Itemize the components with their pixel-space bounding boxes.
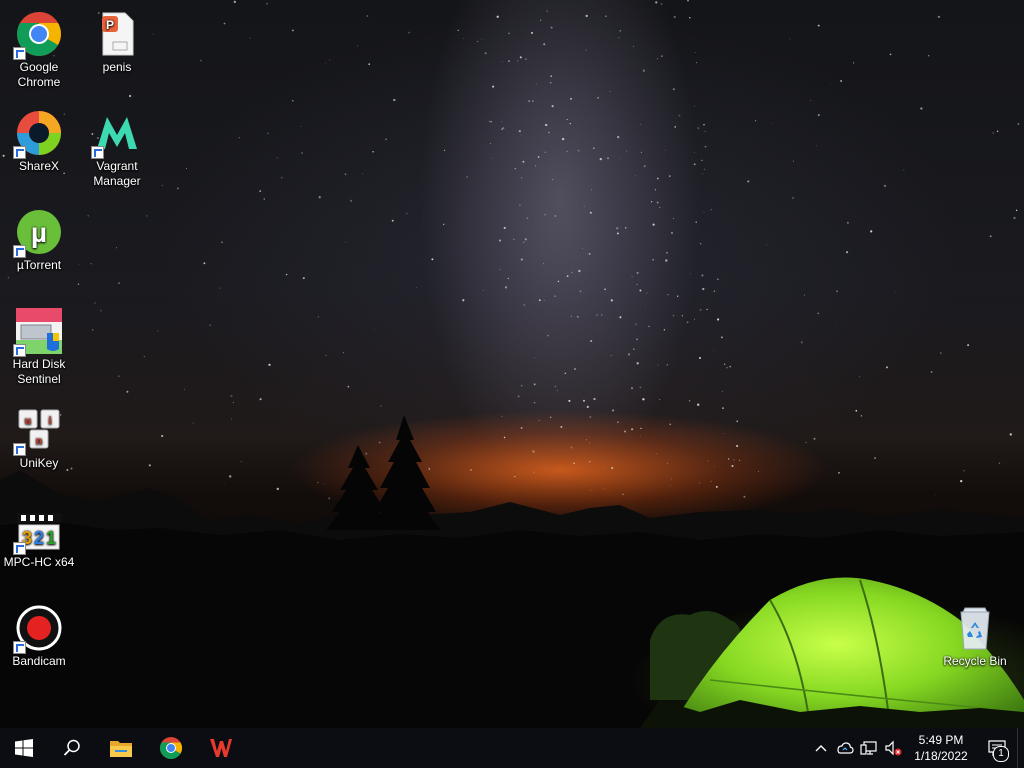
- desktop-icon-bandicam[interactable]: Bandicam: [0, 596, 78, 669]
- shortcut-arrow-icon: [13, 47, 26, 60]
- desktop-icon-label: ShareX: [18, 159, 60, 173]
- desktop-icon-google-chrome[interactable]: Google Chrome: [0, 2, 78, 90]
- desktop-icon-sharex[interactable]: ShareX: [0, 101, 78, 174]
- wps-presentation-file-icon: P: [93, 10, 141, 58]
- notification-count-badge: 1: [993, 746, 1009, 762]
- onedrive-tray-button[interactable]: [833, 728, 857, 768]
- start-icon: [15, 739, 33, 757]
- recycle-bin-icon: [951, 604, 999, 652]
- svg-text:n: n: [36, 433, 43, 447]
- svg-text:1: 1: [46, 528, 56, 548]
- chrome-icon: [160, 737, 182, 759]
- desktop-icon-label: Bandicam: [12, 654, 66, 668]
- shortcut-arrow-icon: [13, 443, 26, 456]
- network-tray-button[interactable]: [857, 728, 881, 768]
- chevron-up-icon: [815, 745, 827, 752]
- taskbar: 5:49 PM 1/18/2022 1: [0, 728, 1024, 768]
- desktop-icon-label: Vagrant Manager: [93, 159, 141, 188]
- desktop-icon-label: Google Chrome: [17, 60, 61, 89]
- desktop-icon-unikey[interactable]: u i n UniKey: [0, 398, 78, 471]
- utorrent-icon: µ: [13, 208, 63, 258]
- shortcut-arrow-icon: [91, 146, 104, 159]
- desktop-icon-vagrant-manager[interactable]: Vagrant Manager: [78, 101, 156, 189]
- file-explorer-icon: [110, 741, 132, 757]
- search-button[interactable]: [48, 728, 96, 768]
- network-icon: [860, 741, 877, 755]
- desktop-icon-hard-disk-sentinel[interactable]: Hard Disk Sentinel: [0, 299, 78, 387]
- desktop-icon-utorrent[interactable]: µ µTorrent: [0, 200, 78, 273]
- svg-text:2: 2: [34, 528, 44, 548]
- onedrive-icon: [837, 742, 854, 754]
- shortcut-arrow-icon: [13, 245, 26, 258]
- sharex-icon: [13, 109, 63, 159]
- desktop-icon-label: UniKey: [19, 456, 59, 470]
- unikey-icon: u i n: [13, 406, 63, 456]
- taskbar-file-explorer[interactable]: [96, 728, 146, 768]
- hard-disk-sentinel-icon: [13, 307, 63, 357]
- desktop-wallpaper[interactable]: Google Chrome P penis ShareX Vagrant Man…: [0, 0, 1024, 728]
- desktop-icon-label: Recycle Bin: [943, 654, 1007, 668]
- volume-muted-icon: [885, 740, 902, 756]
- desktop-icon-label: µTorrent: [16, 258, 62, 272]
- clock-time: 5:49 PM: [918, 733, 964, 747]
- mpc-hc-icon: 3 2 1: [13, 505, 63, 555]
- wps-office-icon: [210, 739, 232, 757]
- chrome-icon: [13, 10, 63, 60]
- system-tray: 5:49 PM 1/18/2022 1: [809, 728, 1024, 768]
- clock-date: 1/18/2022: [914, 749, 968, 763]
- shortcut-arrow-icon: [13, 146, 26, 159]
- shortcut-arrow-icon: [13, 542, 26, 555]
- start-button[interactable]: [0, 728, 48, 768]
- taskbar-wps-office[interactable]: [196, 728, 246, 768]
- desktop-icon-label: Hard Disk Sentinel: [12, 357, 66, 386]
- vagrant-manager-icon: [91, 109, 141, 159]
- show-desktop-button[interactable]: [1017, 728, 1024, 768]
- svg-text:P: P: [106, 18, 114, 32]
- desktop-icon-label: MPC-HC x64: [3, 555, 75, 569]
- taskbar-clock[interactable]: 5:49 PM 1/18/2022: [905, 732, 977, 764]
- desktop-icon-penis[interactable]: P penis: [78, 2, 156, 75]
- svg-text:µ: µ: [31, 217, 47, 248]
- show-hidden-icons-button[interactable]: [809, 728, 833, 768]
- desktop-icon-label: penis: [102, 60, 132, 74]
- action-center-button[interactable]: 1: [977, 728, 1017, 768]
- taskbar-chrome[interactable]: [146, 728, 196, 768]
- search-icon: [63, 739, 80, 756]
- shortcut-arrow-icon: [13, 344, 26, 357]
- desktop-icon-recycle-bin[interactable]: Recycle Bin: [936, 596, 1014, 669]
- bandicam-icon: [13, 604, 63, 654]
- volume-tray-button[interactable]: [881, 728, 905, 768]
- shortcut-arrow-icon: [13, 641, 26, 654]
- desktop-icon-mpc-hc[interactable]: 3 2 1 MPC-HC x64: [0, 497, 78, 570]
- svg-text:u: u: [25, 413, 32, 427]
